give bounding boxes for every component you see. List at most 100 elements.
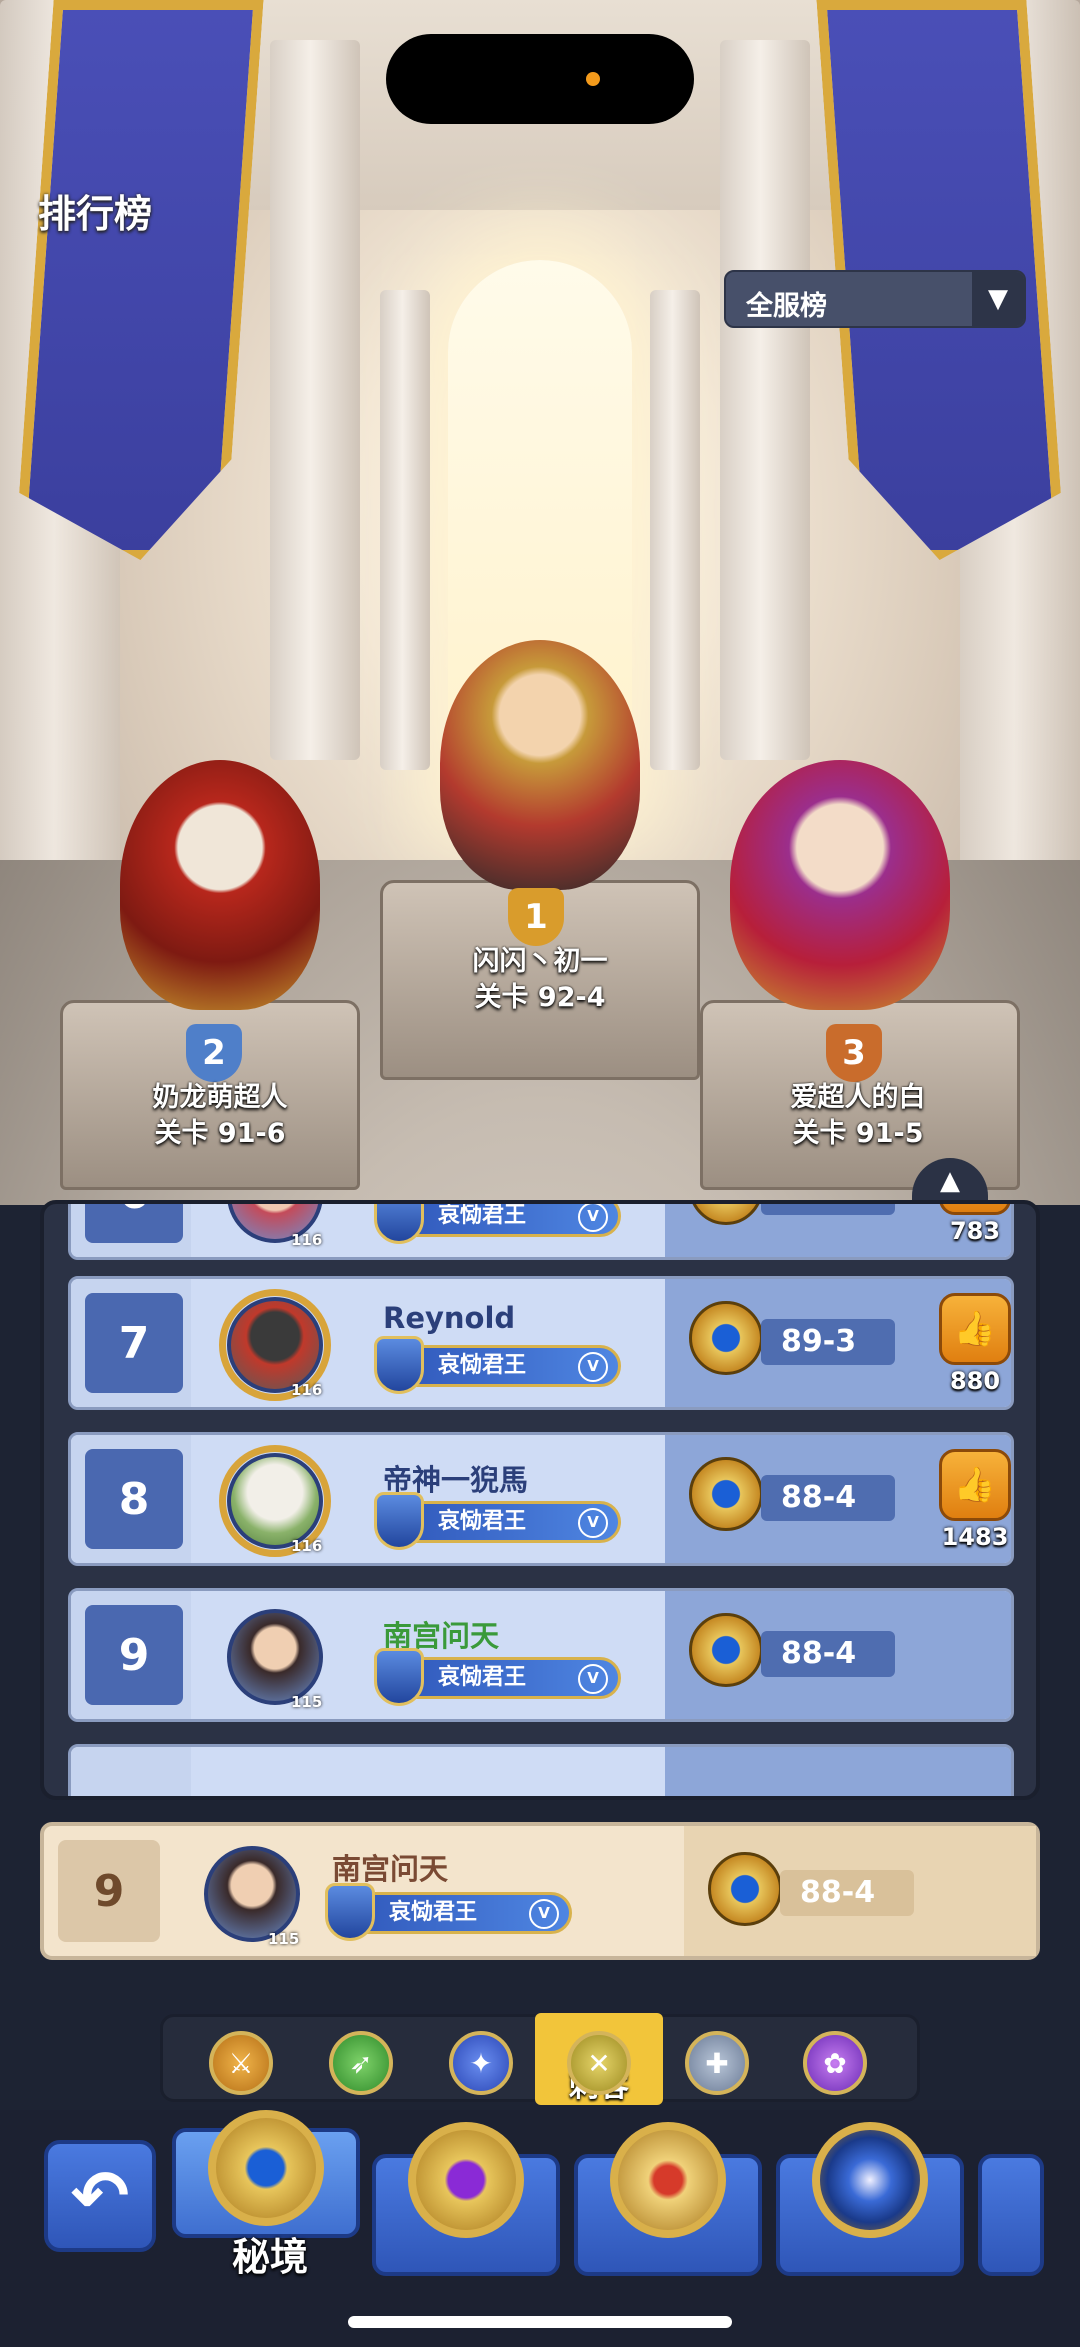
podium-3[interactable]: 爱超人的白 关卡 91-5 bbox=[748, 1080, 968, 1152]
title-rank: V bbox=[578, 1352, 608, 1382]
podium-name-3: 爱超人的白 bbox=[790, 1082, 926, 1113]
table-row[interactable]: 6 116 哀恸君王 V 89-4 👍 783 bbox=[68, 1203, 1014, 1260]
title-emblem-icon bbox=[374, 1648, 424, 1706]
title-badge: 哀恸君王 V bbox=[374, 1203, 621, 1244]
title-rank: V bbox=[529, 1899, 559, 1929]
podium-2[interactable]: 奶龙萌超人 关卡 91-6 bbox=[110, 1080, 330, 1152]
podium-place-1: 1 bbox=[524, 897, 548, 937]
scope-dropdown[interactable]: 全服榜 ▼ bbox=[724, 270, 1026, 328]
title-badge: 哀恸君王 V bbox=[374, 1492, 621, 1550]
stage-value: 89-3 bbox=[761, 1319, 895, 1365]
hero-scene: 2 奶龙萌超人 关卡 91-6 1 闪闪丶初一 关卡 92-4 3 爱超人的白 … bbox=[0, 0, 1080, 1205]
player-level: 116 bbox=[291, 1537, 323, 1555]
stage-value: 88-4 bbox=[761, 1631, 895, 1677]
stage-value: 88-4 bbox=[761, 1475, 895, 1521]
avatar[interactable]: 115 bbox=[219, 1601, 331, 1713]
warrior-icon[interactable]: ⚔ bbox=[209, 2031, 273, 2095]
title-badge-label: 哀恸君王 bbox=[438, 1353, 527, 1378]
my-stage-value: 88-4 bbox=[780, 1870, 914, 1916]
pillar bbox=[270, 40, 360, 760]
title-rank: V bbox=[578, 1508, 608, 1538]
title-emblem-icon bbox=[374, 1204, 424, 1244]
camera-notch bbox=[386, 34, 694, 124]
table-row[interactable] bbox=[68, 1744, 1014, 1796]
mage-icon[interactable]: ✦ bbox=[449, 2031, 513, 2095]
podium-medal-3: 3 bbox=[826, 1024, 882, 1082]
avatar[interactable]: 116 bbox=[219, 1445, 331, 1557]
stage-emblem-icon bbox=[708, 1852, 782, 1926]
title-rank: V bbox=[578, 1204, 608, 1232]
hero-figure-2 bbox=[120, 760, 320, 1010]
thumbs-up-icon: 👍 bbox=[953, 1465, 997, 1505]
rank-number: 8 bbox=[85, 1449, 183, 1549]
rank-number: 9 bbox=[85, 1605, 183, 1705]
title-badge: 哀恸君王 V bbox=[374, 1336, 621, 1394]
like-count: 1483 bbox=[941, 1523, 1009, 1551]
table-row[interactable]: 9 115 南宫问天 哀恸君王 V 88-4 bbox=[68, 1588, 1014, 1722]
podium-medal-2: 2 bbox=[186, 1024, 242, 1082]
priest-icon[interactable]: ✚ bbox=[685, 2031, 749, 2095]
summoner-icon[interactable]: ✿ bbox=[803, 2031, 867, 2095]
podium-name-1: 闪闪丶初一 bbox=[472, 946, 608, 977]
pillar bbox=[650, 290, 700, 770]
like-button[interactable]: 👍 bbox=[939, 1204, 1011, 1215]
title-badge-label: 哀恸君王 bbox=[438, 1203, 527, 1228]
podium-place-3: 3 bbox=[842, 1033, 866, 1073]
player-level: 116 bbox=[291, 1231, 323, 1249]
my-rank-number: 9 bbox=[58, 1840, 160, 1942]
podium-1[interactable]: 闪闪丶初一 关卡 92-4 bbox=[430, 944, 650, 1016]
avatar[interactable]: 116 bbox=[219, 1204, 331, 1251]
row-left bbox=[71, 1747, 191, 1796]
podium-medal-1: 1 bbox=[508, 888, 564, 946]
void-eye-icon bbox=[408, 2122, 524, 2238]
my-avatar[interactable]: 115 bbox=[196, 1838, 308, 1950]
row-right bbox=[665, 1747, 1011, 1796]
thumbs-up-icon: 👍 bbox=[953, 1309, 997, 1349]
avatar[interactable]: 116 bbox=[219, 1289, 331, 1401]
rank-number: 7 bbox=[85, 1293, 183, 1393]
podium-stage-1: 关卡 92-4 bbox=[474, 982, 606, 1013]
player-level: 115 bbox=[291, 1693, 323, 1711]
camera-indicator bbox=[586, 72, 600, 86]
my-rank-row[interactable]: 9 115 南宫问天 哀恸君王 V 88-4 bbox=[40, 1822, 1040, 1960]
chevron-down-icon: ▼ bbox=[972, 272, 1024, 326]
table-row[interactable]: 8 116 帝神一猊馬 哀恸君王 V 88-4 👍 1483 bbox=[68, 1432, 1014, 1566]
title-badge-label: 哀恸君王 bbox=[438, 1665, 527, 1690]
pillar bbox=[720, 40, 810, 760]
back-arrow-icon: ↶ bbox=[70, 2155, 130, 2237]
like-button[interactable]: 👍 bbox=[939, 1449, 1011, 1521]
mode-bar bbox=[0, 2110, 1080, 2347]
leaderboard-panel[interactable]: 6 116 哀恸君王 V 89-4 👍 783 7 116 Reynold 哀恸… bbox=[40, 1200, 1040, 1800]
title-emblem-icon bbox=[325, 1883, 375, 1941]
podium-place-2: 2 bbox=[202, 1033, 226, 1073]
back-button[interactable]: ↶ bbox=[44, 2140, 156, 2252]
podium-name-2: 奶龙萌超人 bbox=[152, 1082, 288, 1113]
hero-figure-1 bbox=[440, 640, 640, 890]
stage-emblem-icon bbox=[689, 1613, 763, 1687]
home-indicator[interactable] bbox=[348, 2316, 732, 2328]
page-title: 排行榜 bbox=[38, 192, 153, 236]
avatar-image bbox=[204, 1846, 300, 1942]
archer-icon[interactable]: ➶ bbox=[329, 2031, 393, 2095]
mode-next[interactable] bbox=[978, 2154, 1044, 2276]
pillar bbox=[380, 290, 430, 770]
table-row[interactable]: 7 116 Reynold 哀恸君王 V 89-3 👍 880 bbox=[68, 1276, 1014, 1410]
title-badge: 哀恸君王 V bbox=[325, 1883, 572, 1941]
like-count: 880 bbox=[949, 1367, 1001, 1395]
player-name: Reynold bbox=[383, 1301, 516, 1335]
avatar-image bbox=[227, 1609, 323, 1705]
crown-icon bbox=[610, 2122, 726, 2238]
stage-emblem-icon bbox=[689, 1301, 763, 1375]
stage-value: 89-4 bbox=[761, 1204, 895, 1215]
mode-secret-realm-label: 秘境 bbox=[231, 2235, 308, 2279]
title-badge: 哀恸君王 V bbox=[374, 1648, 621, 1706]
class-tab-bar: 刺客 ⚔ ➶ ✦ ✕ ✚ ✿ bbox=[160, 2013, 920, 2105]
stage-emblem-icon bbox=[689, 1457, 763, 1531]
player-level: 116 bbox=[291, 1381, 323, 1399]
title-emblem-icon bbox=[374, 1492, 424, 1550]
my-player-name: 南宫问天 bbox=[332, 1852, 449, 1886]
player-level: 115 bbox=[268, 1930, 300, 1948]
like-button[interactable]: 👍 bbox=[939, 1293, 1011, 1365]
assassin-icon[interactable]: ✕ bbox=[567, 2031, 631, 2095]
title-badge-label: 哀恸君王 bbox=[389, 1900, 478, 1925]
